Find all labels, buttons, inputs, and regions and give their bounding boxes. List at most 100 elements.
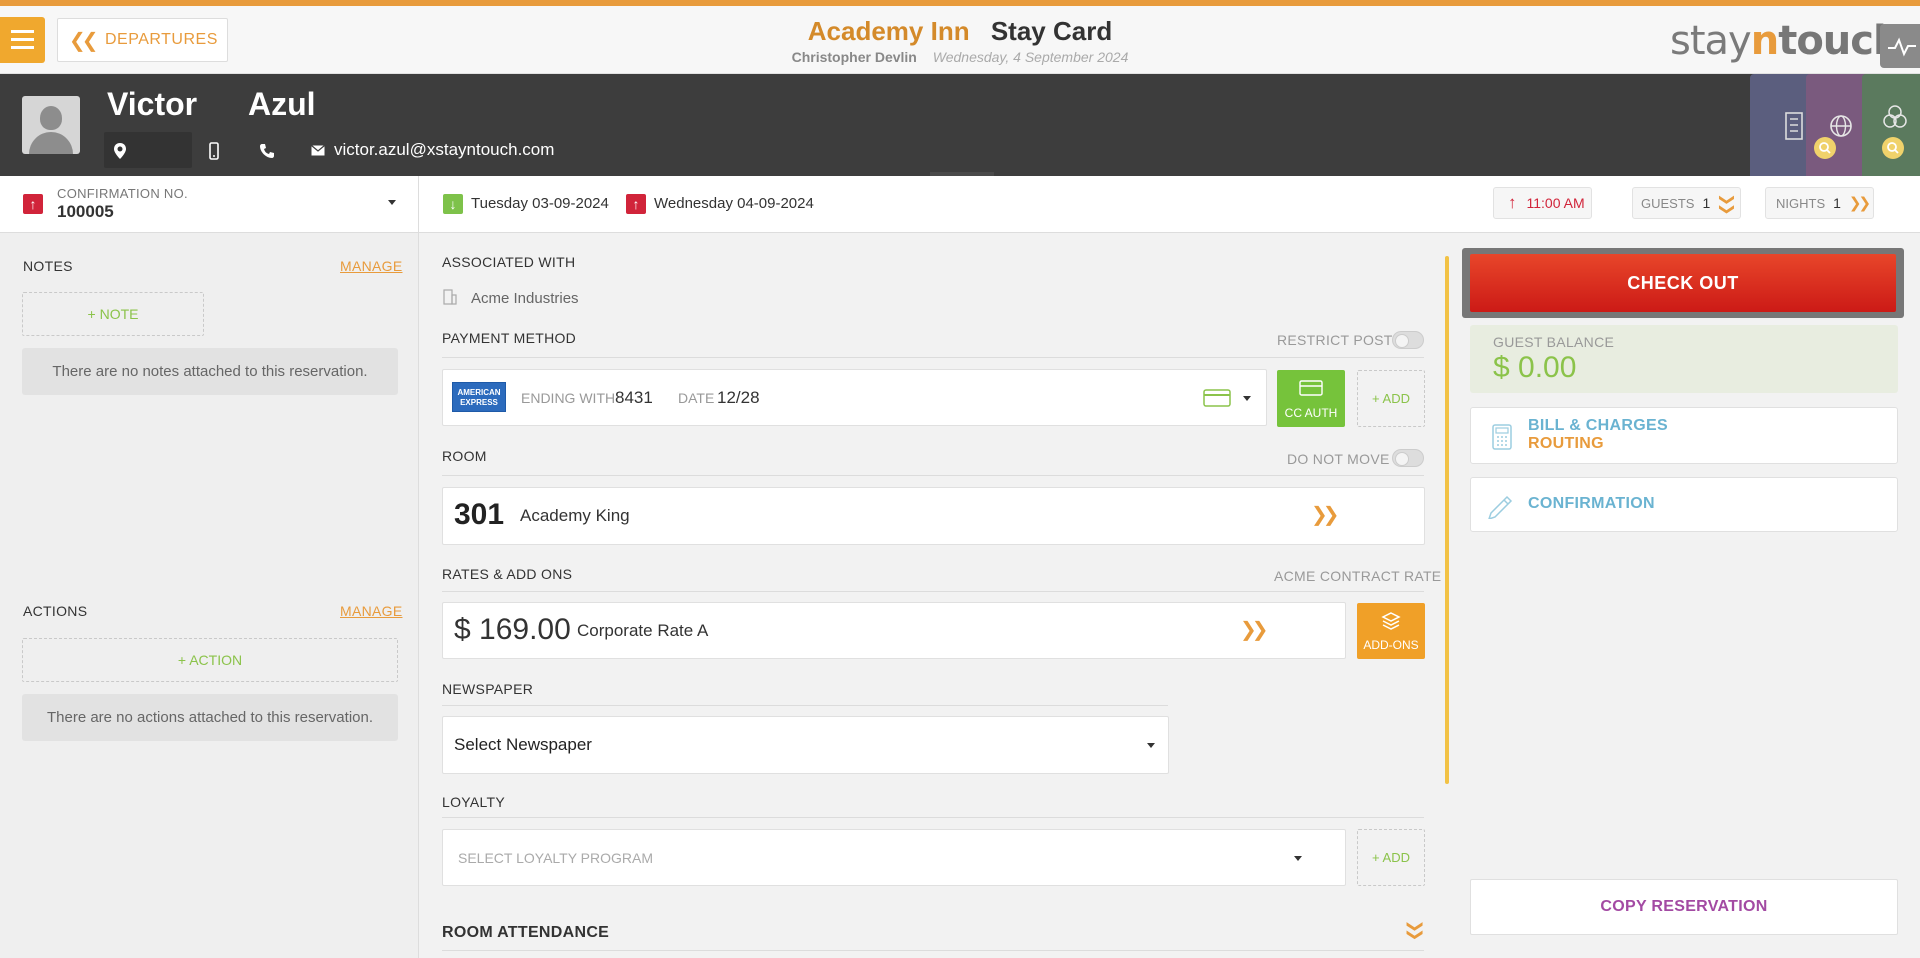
top-bar: ❮❮ DEPARTURES Academy Inn Stay Card Chri… — [0, 6, 1920, 74]
nights-label: NIGHTS — [1776, 195, 1826, 211]
left-column: NOTES MANAGE + NOTE There are no notes a… — [0, 233, 419, 958]
restrict-post-toggle[interactable] — [1392, 331, 1424, 349]
location-pin-icon — [114, 143, 126, 159]
rate-card[interactable]: $ 169.00 Corporate Rate A ❯❯ — [442, 602, 1346, 659]
confirmation-selector[interactable]: ↑ CONFIRMATION NO. 100005 — [0, 176, 419, 233]
caret-down-icon — [1294, 856, 1302, 861]
expiry-label: DATE — [678, 390, 715, 406]
search-icon[interactable] — [1814, 137, 1836, 159]
check-out-button[interactable]: CHECK OUT — [1470, 254, 1896, 312]
payment-title: PAYMENT METHOD — [442, 330, 577, 346]
pulse-icon — [1888, 37, 1916, 57]
building-icon — [1785, 112, 1803, 140]
guest-email[interactable]: victor.azul@xstayntouch.com — [334, 140, 554, 160]
do-not-move-toggle[interactable] — [1392, 449, 1424, 467]
guest-first-name[interactable]: Victor — [107, 86, 197, 123]
guest-last-name[interactable]: Azul — [248, 86, 316, 123]
reservation-info-row: ↑ CONFIRMATION NO. 100005 ↓ Tuesday 03-0… — [0, 176, 1920, 233]
guest-balance-panel[interactable]: GUEST BALANCE $ 0.00 — [1470, 325, 1898, 393]
confirmation-number: 100005 — [57, 202, 114, 221]
newspaper-title: NEWSPAPER — [442, 681, 534, 697]
user-name: Christopher Devlin — [791, 49, 917, 65]
bill-charges-label: BILL & CHARGES — [1528, 417, 1668, 434]
confirmation-button[interactable]: CONFIRMATION — [1470, 477, 1898, 532]
checkout-frame: CHECK OUT — [1462, 248, 1904, 318]
add-ons-label: ADD-ONS — [1363, 638, 1419, 652]
loyalty-placeholder: SELECT LOYALTY PROGRAM — [458, 850, 654, 866]
associated-company[interactable]: Acme Industries — [471, 290, 579, 307]
notes-empty-message: There are no notes attached to this rese… — [22, 348, 398, 395]
room-number: 301 — [454, 498, 505, 531]
page-title: Stay Card — [990, 16, 1113, 46]
layers-icon — [1381, 612, 1401, 630]
guest-header: Victor Azul victor.azul@xstayntouch.com — [0, 74, 1920, 176]
credit-card-icon — [1203, 389, 1231, 407]
mobile-phone-icon[interactable] — [209, 142, 219, 160]
arrow-up-icon: ↑ — [1508, 193, 1517, 212]
rate-name: Corporate Rate A — [577, 621, 709, 640]
business-date: Wednesday, 4 September 2024 — [932, 49, 1129, 65]
add-payment-button[interactable]: + ADD — [1357, 370, 1425, 427]
credit-card-icon — [1299, 380, 1323, 396]
notes-title: NOTES — [23, 258, 73, 274]
tab-group-card[interactable] — [1862, 74, 1920, 176]
activity-pulse-button[interactable] — [1880, 24, 1920, 68]
caret-down-icon — [388, 200, 396, 205]
cc-auth-label: CC AUTH — [1284, 406, 1338, 420]
globe-icon — [1830, 115, 1852, 137]
nights-pill[interactable]: NIGHTS 1 ❯❯ — [1765, 187, 1874, 219]
guests-label: GUESTS — [1641, 195, 1695, 211]
add-note-button[interactable]: + NOTE — [22, 292, 204, 336]
cc-auth-button[interactable]: CC AUTH — [1277, 370, 1345, 427]
arrow-up-icon: ↑ — [626, 194, 646, 214]
add-ons-button[interactable]: ADD-ONS — [1357, 603, 1425, 659]
associated-title: ASSOCIATED WITH — [442, 254, 576, 270]
add-loyalty-button[interactable]: + ADD — [1357, 829, 1425, 886]
rate-amount: $ 169.00 — [454, 613, 571, 646]
pen-icon — [1488, 495, 1513, 519]
add-action-button[interactable]: + ACTION — [22, 638, 398, 682]
arrival-date[interactable]: Tuesday 03-09-2024 — [471, 195, 609, 212]
bill-charges-button[interactable]: BILL & CHARGES ROUTING — [1470, 407, 1898, 464]
loyalty-select[interactable]: SELECT LOYALTY PROGRAM — [442, 829, 1346, 886]
chevron-right-icon[interactable]: ❯❯ — [1240, 617, 1268, 642]
room-title: ROOM — [442, 448, 487, 464]
guest-avatar[interactable] — [22, 96, 80, 154]
departure-date[interactable]: Wednesday 04-09-2024 — [654, 195, 814, 212]
card-last-digits: 8431 — [615, 388, 653, 407]
do-not-move-label: DO NOT MOVE — [1287, 451, 1390, 467]
ending-with-label: ENDING WITH — [521, 390, 616, 406]
newspaper-select[interactable]: Select Newspaper — [442, 716, 1169, 774]
arrow-down-icon: ↓ — [443, 194, 463, 214]
routing-label: ROUTING — [1528, 435, 1604, 452]
chevron-down-icon[interactable]: ❯❯ — [1405, 920, 1425, 937]
guest-balance-value: $ 0.00 — [1493, 351, 1577, 384]
room-attendance-title[interactable]: ROOM ATTENDANCE — [442, 924, 609, 942]
actions-manage-link[interactable]: MANAGE — [340, 603, 402, 619]
guests-value: 1 — [1702, 195, 1711, 211]
notes-manage-link[interactable]: MANAGE — [340, 258, 402, 274]
scroll-indicator[interactable] — [1445, 256, 1449, 784]
actions-title: ACTIONS — [23, 603, 88, 619]
phone-icon[interactable] — [259, 143, 275, 159]
payment-method-card[interactable]: AMERICAN EXPRESS ENDING WITH 8431 DATE 1… — [442, 369, 1267, 426]
address-field[interactable] — [104, 132, 192, 168]
group-circles-icon — [1883, 105, 1907, 128]
confirmation-label: CONFIRMATION — [1528, 495, 1655, 512]
page-heading: Academy Inn Stay Card Christopher Devlin… — [0, 16, 1920, 65]
guests-pill[interactable]: GUESTS 1 ❯❯ — [1632, 187, 1741, 219]
building-icon — [443, 289, 457, 305]
guest-balance-label: GUEST BALANCE — [1493, 334, 1615, 350]
copy-reservation-button[interactable]: COPY RESERVATION — [1470, 879, 1898, 935]
departure-time-pill[interactable]: ↑ 11:00 AM — [1493, 187, 1592, 219]
chevron-right-icon[interactable]: ❯❯ — [1311, 502, 1339, 527]
room-card[interactable]: 301 Academy King ❯❯ — [442, 487, 1425, 545]
search-icon[interactable] — [1882, 137, 1904, 159]
amex-card-icon: AMERICAN EXPRESS — [452, 382, 506, 412]
caret-down-icon[interactable] — [1243, 396, 1251, 401]
contract-rate-label: ACME CONTRACT RATE — [1274, 568, 1442, 584]
loyalty-title: LOYALTY — [442, 794, 506, 810]
confirmation-label: CONFIRMATION NO. — [57, 186, 188, 201]
email-icon — [311, 145, 325, 156]
arrow-up-icon: ↑ — [23, 194, 43, 214]
